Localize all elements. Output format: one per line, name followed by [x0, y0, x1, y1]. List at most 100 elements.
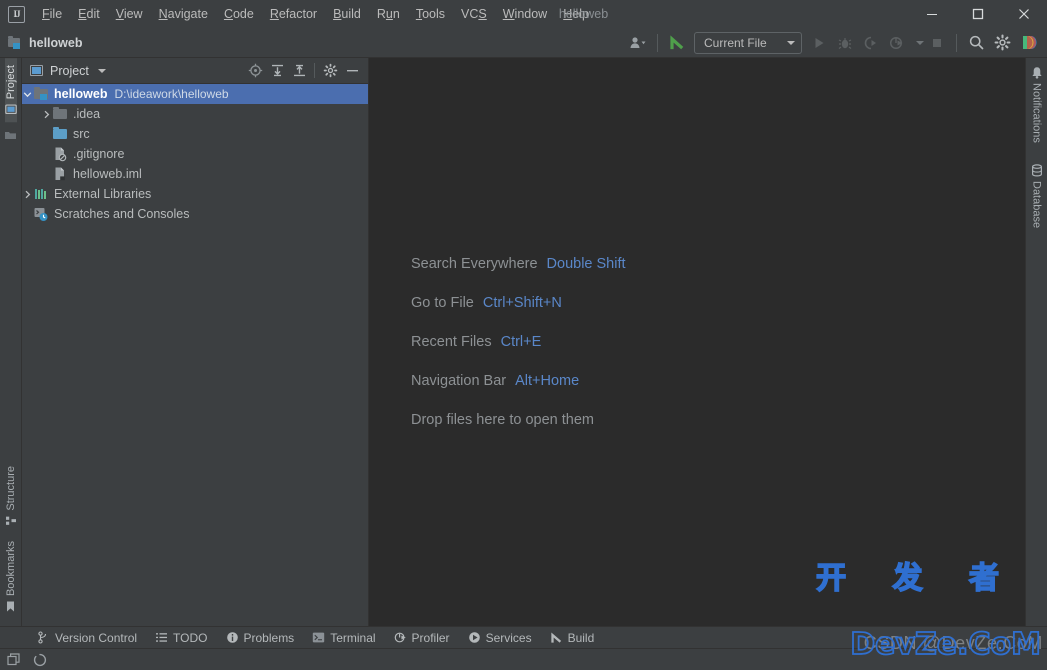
- rail-button-database[interactable]: Database: [1031, 150, 1043, 235]
- menu-build[interactable]: Build: [325, 4, 369, 24]
- toolwindow-terminal[interactable]: Terminal: [303, 629, 384, 647]
- debug-button[interactable]: [832, 31, 858, 55]
- menu-code[interactable]: Code: [216, 4, 262, 24]
- menu-view[interactable]: View: [108, 4, 151, 24]
- expand-all-button[interactable]: [266, 60, 288, 82]
- toolwindow-build[interactable]: Build: [541, 629, 604, 647]
- tree-row-helloweb[interactable]: helloweb D:\ideawork\helloweb: [22, 84, 368, 104]
- stop-button[interactable]: [924, 31, 950, 55]
- profiler-dropdown[interactable]: [910, 31, 924, 55]
- tree-row-src[interactable]: src: [22, 124, 368, 144]
- ide-assistant-icon: [1022, 35, 1036, 50]
- rail-button-notifications[interactable]: Notifications: [1031, 58, 1043, 150]
- rail-label-bookmarks: Bookmarks: [4, 540, 17, 596]
- settings-button[interactable]: [989, 31, 1015, 55]
- database-icon: [1031, 164, 1042, 177]
- tree-row-iml[interactable]: helloweb.iml: [22, 164, 368, 184]
- intellij-window: IJ File Edit View Navigate Code Refactor…: [0, 0, 1047, 670]
- tree-label: Scratches and Consoles: [54, 207, 190, 221]
- maximize-button[interactable]: [955, 0, 1001, 28]
- menu-edit[interactable]: Edit: [70, 4, 108, 24]
- toolwindow-todo[interactable]: TODO: [146, 629, 216, 647]
- select-opened-file-button[interactable]: [244, 60, 266, 82]
- project-panel-header: Project: [22, 58, 368, 84]
- no-arrow: [41, 144, 52, 164]
- rail-button-bookmarks[interactable]: Bookmarks: [5, 534, 17, 620]
- run-with-coverage-button[interactable]: [858, 31, 884, 55]
- search-everywhere-button[interactable]: [963, 31, 989, 55]
- expand-arrow-icon[interactable]: [22, 84, 33, 104]
- tree-label: .gitignore: [73, 147, 125, 161]
- no-arrow: [41, 164, 52, 184]
- rail-label-database: Database: [1030, 180, 1043, 229]
- panel-toolbar-separator: [314, 63, 315, 78]
- menu-vcs[interactable]: VCS: [453, 4, 495, 24]
- run-configuration-selector[interactable]: Current File: [694, 31, 802, 54]
- menu-help[interactable]: Help: [555, 4, 597, 24]
- tree-label: helloweb: [54, 87, 108, 101]
- toolbar-separator-2: [956, 33, 957, 52]
- profiler-run-button[interactable]: [884, 31, 910, 55]
- minimize-button[interactable]: [909, 0, 955, 28]
- toolwindow-profiler[interactable]: Profiler: [385, 629, 459, 647]
- folder-icon: [5, 132, 16, 140]
- menu-file[interactable]: File: [34, 4, 70, 24]
- rail-button-project[interactable]: Project: [4, 58, 17, 123]
- build-hammer-icon: [550, 632, 561, 643]
- right-tool-rail: Notifications Database: [1025, 58, 1047, 626]
- hint-label: Go to File: [411, 295, 474, 311]
- tree-row-gitignore[interactable]: .gitignore: [22, 144, 368, 164]
- editor-hints: Search Everywhere Double Shift Go to Fil…: [369, 256, 1025, 428]
- hint-recent-files: Recent Files Ctrl+E: [411, 334, 1025, 350]
- close-button[interactable]: [1001, 0, 1047, 28]
- hide-panel-button[interactable]: [341, 60, 363, 82]
- settings-gear-icon: [323, 63, 337, 78]
- updates-button[interactable]: [664, 31, 690, 55]
- menu-navigate[interactable]: Navigate: [151, 4, 216, 24]
- chevron-down-icon: [787, 40, 795, 45]
- debug-icon: [838, 37, 852, 49]
- user-account-button[interactable]: [625, 31, 651, 55]
- tree-row-external-libraries[interactable]: External Libraries: [22, 184, 368, 204]
- chevron-down-icon: [916, 40, 924, 45]
- collapse-arrow-icon[interactable]: [22, 184, 33, 204]
- left-tool-rail: Project Structure Bookmarks: [0, 58, 22, 626]
- project-tree: helloweb D:\ideawork\helloweb .idea src: [22, 84, 368, 626]
- project-settings-button[interactable]: [319, 60, 341, 82]
- close-icon: [1019, 9, 1029, 19]
- menu-window[interactable]: Window: [495, 4, 555, 24]
- hide-panel-icon: [346, 70, 358, 72]
- run-button[interactable]: [806, 31, 832, 55]
- scratches-icon: [33, 206, 49, 222]
- toolwindow-label: TODO: [173, 630, 208, 645]
- hint-drop-files: Drop files here to open them: [411, 412, 1025, 428]
- hint-shortcut: Alt+Home: [515, 373, 580, 389]
- tree-row-idea[interactable]: .idea: [22, 104, 368, 124]
- chevron-down-icon[interactable]: [97, 68, 106, 73]
- tree-label: helloweb.iml: [73, 167, 142, 181]
- toolwindow-services[interactable]: Services: [459, 629, 541, 647]
- layout-icon[interactable]: [6, 652, 22, 668]
- editor-area[interactable]: Search Everywhere Double Shift Go to Fil…: [369, 58, 1025, 626]
- tree-label: .idea: [73, 107, 101, 121]
- toolwindow-label: Services: [485, 630, 532, 645]
- tree-row-scratches[interactable]: Scratches and Consoles: [22, 204, 368, 224]
- collapse-all-button[interactable]: [288, 60, 310, 82]
- tree-label: External Libraries: [54, 187, 152, 201]
- menu-refactor[interactable]: Refactor: [262, 4, 325, 24]
- status-bar: [0, 648, 1047, 670]
- toolwindow-problems[interactable]: Problems: [217, 629, 304, 647]
- branch-icon: [38, 631, 47, 644]
- folder-blue-icon: [52, 126, 68, 142]
- toolwindow-version-control[interactable]: Version Control: [28, 629, 146, 647]
- profiler-icon: [394, 632, 406, 643]
- breadcrumb[interactable]: helloweb: [29, 36, 82, 50]
- rail-button-structure[interactable]: Structure: [5, 459, 17, 534]
- run-config-label: Current File: [704, 35, 767, 50]
- menu-run[interactable]: Run: [369, 4, 408, 24]
- collapse-arrow-icon[interactable]: [41, 104, 52, 124]
- rail-button-folder[interactable]: [4, 122, 17, 143]
- minimize-icon: [927, 14, 937, 15]
- menu-tools[interactable]: Tools: [408, 4, 453, 24]
- ide-assistant-button[interactable]: [1015, 31, 1041, 55]
